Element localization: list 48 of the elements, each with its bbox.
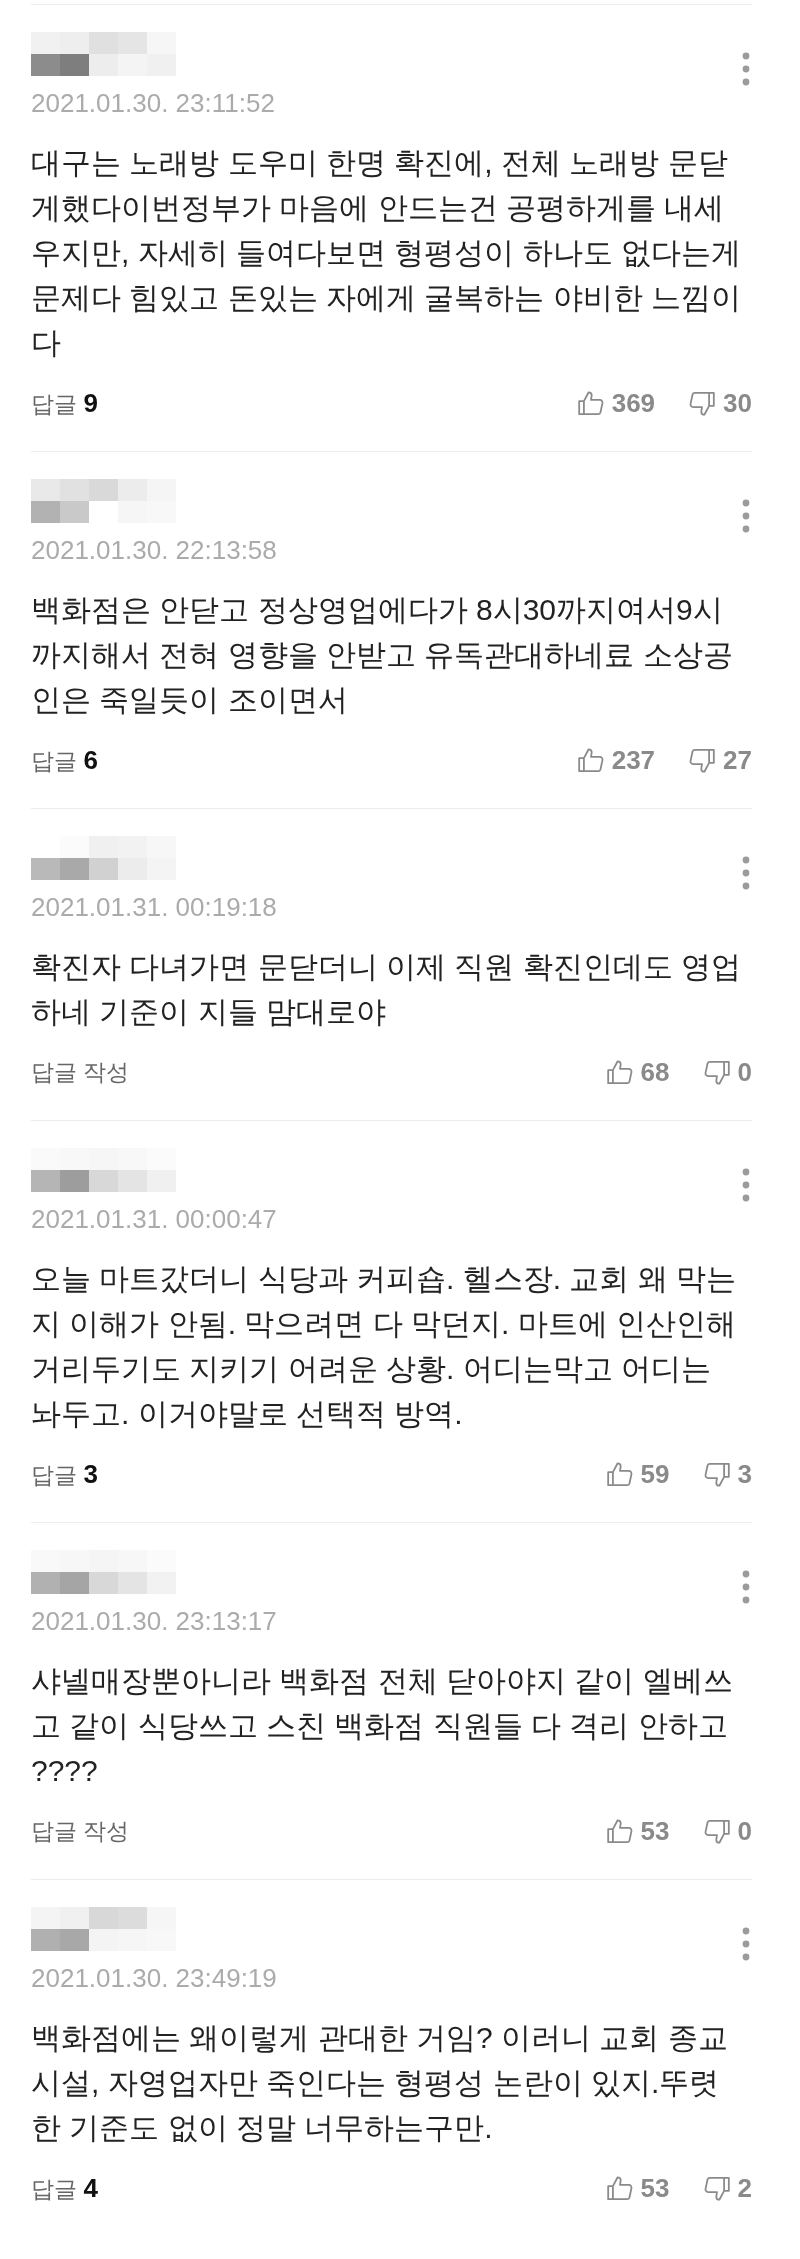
thumbs-up-icon — [577, 747, 604, 773]
dislike-button[interactable]: 2 — [703, 2172, 752, 2204]
like-button[interactable]: 68 — [606, 1056, 670, 1088]
more-options-icon[interactable] — [742, 52, 750, 86]
dislike-button[interactable]: 27 — [689, 744, 752, 776]
comment-text: 백화점은 안닫고 정상영업에다가 8시30까지여서9시까지해서 전혀 영향을 안받고 유독관대하네료 소상공인은 죽일듯이 조이면서 — [31, 592, 734, 718]
comment-date: 2021.01.30. 23:13:17 — [31, 1606, 277, 1636]
thumbs-up-icon — [606, 1461, 633, 1487]
dislike-button[interactable]: 3 — [703, 1458, 752, 1490]
more-options-icon[interactable] — [742, 1927, 750, 1961]
thumbs-down-icon — [689, 390, 716, 416]
comment-date: 2021.01.31. 00:00:47 — [31, 1204, 277, 1234]
thumbs-up-icon — [606, 1059, 633, 1085]
comment-date: 2021.01.30. 22:13:58 — [31, 535, 277, 565]
more-options-icon[interactable] — [742, 499, 750, 533]
like-button[interactable]: 237 — [577, 744, 656, 776]
comment-date: 2021.01.30. 23:49:19 — [31, 1963, 277, 1993]
like-button[interactable]: 53 — [606, 1815, 670, 1847]
thumbs-up-icon — [606, 2175, 633, 2201]
comment-text: 백화점에는 왜이렇게 관대한 거임? 이러니 교회 종교시설, 자영업자만 죽인다는 형평성 논란이 있지.뚜렷한 기준도 없이 정말 너무하는구만. — [31, 2020, 729, 2146]
comment-date: 2021.01.30. 23:11:52 — [31, 88, 275, 118]
like-button[interactable]: 59 — [606, 1458, 670, 1490]
reply-button[interactable]: 답글 6 — [31, 743, 98, 777]
comment-text: 확진자 다녀가면 문닫더니 이제 직원 확진인데도 영업하네 기준이 지들 맘대로야 — [31, 949, 742, 1030]
dislike-button[interactable]: 0 — [703, 1056, 752, 1088]
more-options-icon[interactable] — [742, 1168, 750, 1202]
reply-button[interactable]: 답글 3 — [31, 1457, 98, 1491]
comment-date: 2021.01.31. 00:19:18 — [31, 892, 277, 922]
thumbs-up-icon — [606, 1818, 633, 1844]
reply-button[interactable]: 답글 9 — [31, 386, 98, 420]
thumbs-down-icon — [703, 2175, 730, 2201]
dislike-button[interactable]: 30 — [689, 387, 752, 419]
reply-button[interactable]: 답글 작성 — [31, 1815, 130, 1847]
more-options-icon[interactable] — [742, 856, 750, 890]
thumbs-down-icon — [689, 747, 716, 773]
reply-button[interactable]: 답글 작성 — [31, 1056, 130, 1088]
like-button[interactable]: 369 — [577, 387, 656, 419]
thumbs-up-icon — [577, 390, 604, 416]
thumbs-down-icon — [703, 1818, 730, 1844]
comment-text: 오늘 마트갔더니 식당과 커피숍. 헬스장. 교회 왜 막는지 이해가 안됨. 막으려면 다 막던지. 마트에 인산인해 거리두기도 지키기 어려운 상황. 어디는막고 어디는 놔두고. 이거야말로 선택적 방역. — [31, 1261, 737, 1432]
reply-button[interactable]: 답글 4 — [31, 2171, 98, 2205]
dislike-button[interactable]: 0 — [703, 1815, 752, 1847]
comment-text: 대구는 노래방 도우미 한명 확진에, 전체 노래방 문닫게했다이번정부가 마음에 안드는건 공평하게를 내세우지만, 자세히 들여다보면 형평성이 하나도 없다는게 문제다 힘있고 돈있는 자에게 굴복하는 야비한 느낌이다 — [31, 145, 742, 361]
like-button[interactable]: 53 — [606, 2172, 670, 2204]
comment-text: 샤넬매장뿐아니라 백화점 전체 닫아야지 같이 엘베쓰고 같이 식당쓰고 스친 백화점 직원들 다 격리 안하고 ???? — [31, 1663, 734, 1789]
more-options-icon[interactable] — [742, 1570, 750, 1604]
thumbs-down-icon — [703, 1461, 730, 1487]
thumbs-down-icon — [703, 1059, 730, 1085]
